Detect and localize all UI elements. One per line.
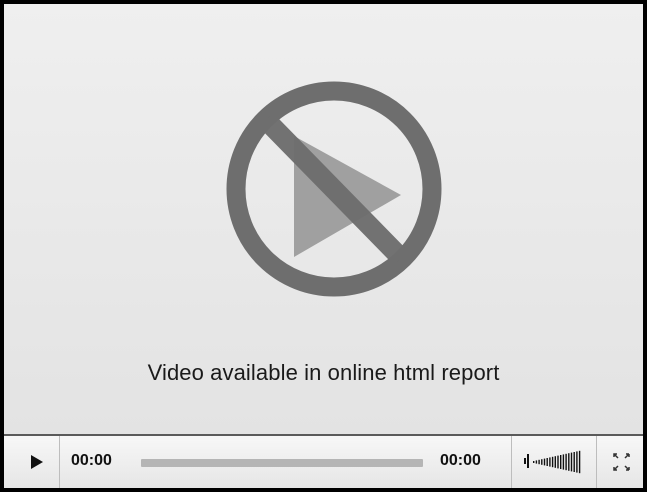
video-player: Video available in online html report 00… — [0, 0, 647, 492]
play-icon — [31, 455, 43, 469]
divider — [511, 436, 512, 488]
video-screen: Video available in online html report — [4, 4, 643, 434]
divider — [596, 436, 597, 488]
volume-control[interactable] — [516, 436, 586, 488]
video-unavailable-message: Video available in online html report — [147, 360, 500, 385]
control-bar: 00:00 00:00 — [4, 434, 643, 488]
current-time: 00:00 — [71, 452, 112, 469]
volume-icon — [524, 450, 581, 474]
seek-bar[interactable] — [141, 459, 423, 467]
divider — [59, 436, 60, 488]
play-button[interactable] — [16, 436, 56, 488]
fullscreen-button[interactable] — [602, 436, 642, 488]
total-time: 00:00 — [440, 452, 481, 469]
fullscreen-icon — [613, 453, 630, 471]
